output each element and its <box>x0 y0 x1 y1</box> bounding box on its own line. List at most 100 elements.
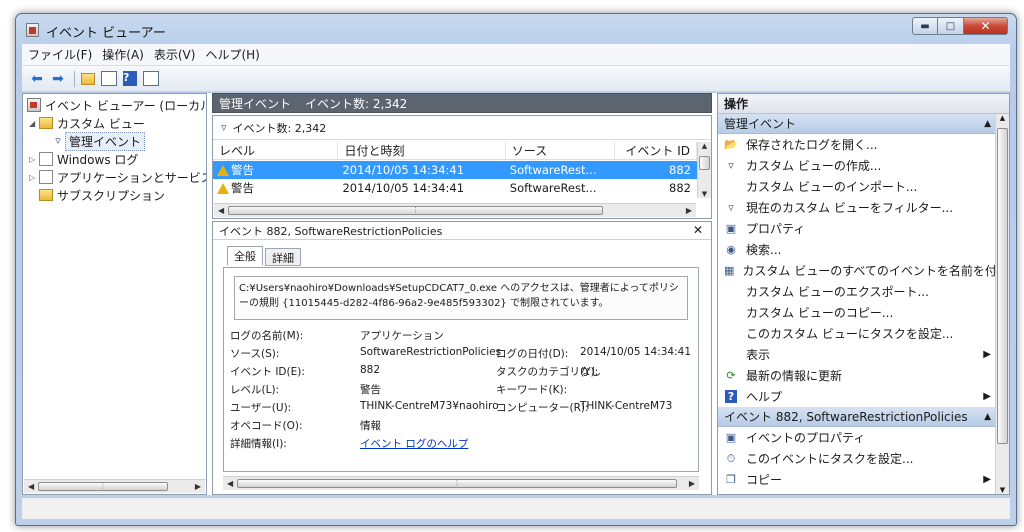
action-view[interactable]: 表示 ▶ <box>718 344 999 365</box>
scroll-down-icon[interactable]: ▼ <box>996 486 1009 494</box>
tree-horizontal-scrollbar[interactable]: ◀ ⋮ ▶ <box>24 479 205 493</box>
row-source: SoftwareRest... <box>509 163 597 177</box>
tree-item-app-service-logs[interactable]: ▷ アプリケーションとサービス ログ <box>29 168 206 186</box>
column-datetime[interactable]: 日付と時刻 <box>338 142 506 159</box>
scroll-right-icon[interactable]: ▶ <box>195 482 201 491</box>
scroll-thumb[interactable] <box>997 128 1008 444</box>
label-event-id: イベント ID(E): <box>230 366 305 378</box>
tab-details[interactable]: 詳細 <box>265 248 301 266</box>
log-folder-icon <box>39 152 53 166</box>
refresh-icon: ⟳ <box>726 369 736 382</box>
label-log-name: ログの名前(M): <box>230 330 304 342</box>
events-vertical-scrollbar[interactable]: ▲ ▼ <box>697 142 711 198</box>
binoculars-icon: ◉ <box>726 243 736 256</box>
warning-icon <box>217 165 229 176</box>
label-opcode: オペコード(O): <box>230 420 303 432</box>
show-hide-action-icon[interactable] <box>142 70 160 88</box>
title-bar[interactable]: イベント ビューアー ▬ □ ✕ <box>16 14 1016 44</box>
scroll-right-icon[interactable]: ▶ <box>689 479 695 488</box>
close-icon[interactable]: ✕ <box>693 223 703 237</box>
help-icon[interactable]: ? <box>121 70 139 88</box>
action-create-custom-view[interactable]: ▿ カスタム ビューの作成... <box>718 155 999 176</box>
action-properties[interactable]: ▣ プロパティ <box>718 218 999 239</box>
label-more-info: 詳細情報(I): <box>230 438 287 450</box>
event-log-help-link[interactable]: イベント ログのヘルプ <box>360 436 468 451</box>
forward-arrow-icon[interactable]: ➡ <box>49 70 67 88</box>
detail-title: イベント 882, SoftwareRestrictionPolicies <box>219 224 443 238</box>
show-hide-tree-icon[interactable] <box>100 70 118 88</box>
scroll-thumb[interactable] <box>699 156 710 170</box>
expanded-icon[interactable]: ◢ <box>29 119 39 128</box>
column-source[interactable]: ソース <box>506 142 616 159</box>
tree-item-root[interactable]: イベント ビューアー (ローカル) <box>27 96 206 114</box>
action-open-saved-log[interactable]: 📂 保存されたログを開く... <box>718 134 999 155</box>
menu-view[interactable]: 表示(V) <box>154 46 196 63</box>
filter-count: イベント数: 2,342 <box>232 121 327 135</box>
section-title: 管理イベント <box>724 117 797 131</box>
back-arrow-icon[interactable]: ⬅ <box>28 70 46 88</box>
close-button[interactable]: ✕ <box>964 17 1008 35</box>
menu-help[interactable]: ヘルプ(H) <box>205 46 259 63</box>
scroll-right-icon[interactable]: ▶ <box>686 206 692 215</box>
column-level[interactable]: レベル <box>213 142 339 159</box>
log-folder-icon <box>39 170 53 184</box>
action-attach-task-view[interactable]: このカスタム ビューにタスクを設定... <box>718 323 999 344</box>
value-logged: 2014/10/05 14:34:41 <box>580 346 692 358</box>
action-copy[interactable]: ❐ コピー ▶ <box>718 469 999 490</box>
tree-label: カスタム ビュー <box>57 116 145 131</box>
submenu-arrow-icon: ▶ <box>983 391 991 402</box>
tree-item-admin-events[interactable]: ▿ 管理イベント <box>51 131 146 151</box>
actions-section-admin-events[interactable]: 管理イベント ▲ <box>718 114 999 134</box>
actions-vertical-scrollbar[interactable]: ▲ ▼ <box>995 114 1009 494</box>
save-icon: ▦ <box>724 264 735 277</box>
action-event-properties[interactable]: ▣ イベントのプロパティ <box>718 427 999 448</box>
row-level: 警告 <box>231 163 254 177</box>
scroll-up-icon[interactable]: ▲ <box>698 142 711 150</box>
column-event-id[interactable]: イベント ID <box>615 142 697 159</box>
action-filter-current-view[interactable]: ▿ 現在のカスタム ビューをフィルター... <box>718 197 999 218</box>
folder-up-icon[interactable] <box>79 70 97 88</box>
events-horizontal-scrollbar[interactable]: ◀ ⋮ ▶ <box>214 203 696 217</box>
menu-file[interactable]: ファイル(F) <box>28 46 92 63</box>
scroll-left-icon[interactable]: ◀ <box>227 479 233 488</box>
event-viewer-icon <box>27 98 41 112</box>
detail-horizontal-scrollbar[interactable]: ◀ ⋮ ▶ <box>223 476 699 490</box>
actions-section-event[interactable]: イベント 882, SoftwareRestrictionPolicies ▲ <box>718 407 999 427</box>
tree-item-subscriptions[interactable]: サブスクリプション <box>39 186 165 204</box>
maximize-button[interactable]: □ <box>938 17 964 35</box>
action-export-custom-view[interactable]: カスタム ビューのエクスポート... <box>718 281 999 302</box>
action-copy-custom-view[interactable]: カスタム ビューのコピー... <box>718 302 999 323</box>
scroll-thumb[interactable]: ⋮ <box>237 479 677 488</box>
scroll-up-icon[interactable]: ▲ <box>996 114 1009 122</box>
collapse-icon[interactable]: ▲ <box>984 407 991 427</box>
blank-icon <box>724 306 738 320</box>
actions-header: 操作 <box>718 94 1009 114</box>
collapsed-icon[interactable]: ▷ <box>29 173 39 182</box>
menu-action[interactable]: 操作(A) <box>102 46 144 63</box>
scroll-thumb[interactable]: ⋮ <box>228 206 603 215</box>
tree-item-custom-views[interactable]: ◢ カスタム ビュー <box>29 114 145 132</box>
collapse-icon[interactable]: ▲ <box>984 114 991 134</box>
value-opcode: 情報 <box>360 420 381 432</box>
table-row[interactable]: 警告 2014/10/05 14:34:41 SoftwareRest... 8… <box>213 161 697 179</box>
action-import-custom-view[interactable]: カスタム ビューのインポート... <box>718 176 999 197</box>
scroll-left-icon[interactable]: ◀ <box>218 206 224 215</box>
scroll-thumb[interactable]: ⋮ <box>38 482 168 491</box>
center-pane: 管理イベント イベント数: 2,342 ▿ イベント数: 2,342 レベル 日… <box>212 93 712 495</box>
action-save-all-events[interactable]: ▦ カスタム ビューのすべてのイベントを名前を付... <box>718 260 1008 281</box>
tab-general[interactable]: 全般 <box>227 246 263 266</box>
action-help[interactable]: ? ヘルプ ▶ <box>718 386 999 407</box>
table-row[interactable]: 警告 2014/10/05 14:34:41 SoftwareRest... 8… <box>213 179 697 197</box>
action-attach-task-event[interactable]: ⏱ このイベントにタスクを設定... <box>718 448 999 469</box>
action-find[interactable]: ◉ 検索... <box>718 239 999 260</box>
minimize-button[interactable]: ▬ <box>912 17 938 35</box>
tree-item-windows-logs[interactable]: ▷ Windows ログ <box>29 150 138 168</box>
action-refresh[interactable]: ⟳ 最新の情報に更新 <box>718 365 999 386</box>
toolbar-separator <box>74 70 75 87</box>
center-header: 管理イベント イベント数: 2,342 <box>212 93 712 113</box>
scroll-down-icon[interactable]: ▼ <box>698 190 711 198</box>
label-computer: コンピューター(R): <box>496 402 589 414</box>
scroll-left-icon[interactable]: ◀ <box>28 482 34 491</box>
collapsed-icon[interactable]: ▷ <box>29 155 39 164</box>
actions-pane: 操作 管理イベント ▲ 📂 保存されたログを開く... ▿ カスタム ビューの作成.… <box>717 93 1010 495</box>
